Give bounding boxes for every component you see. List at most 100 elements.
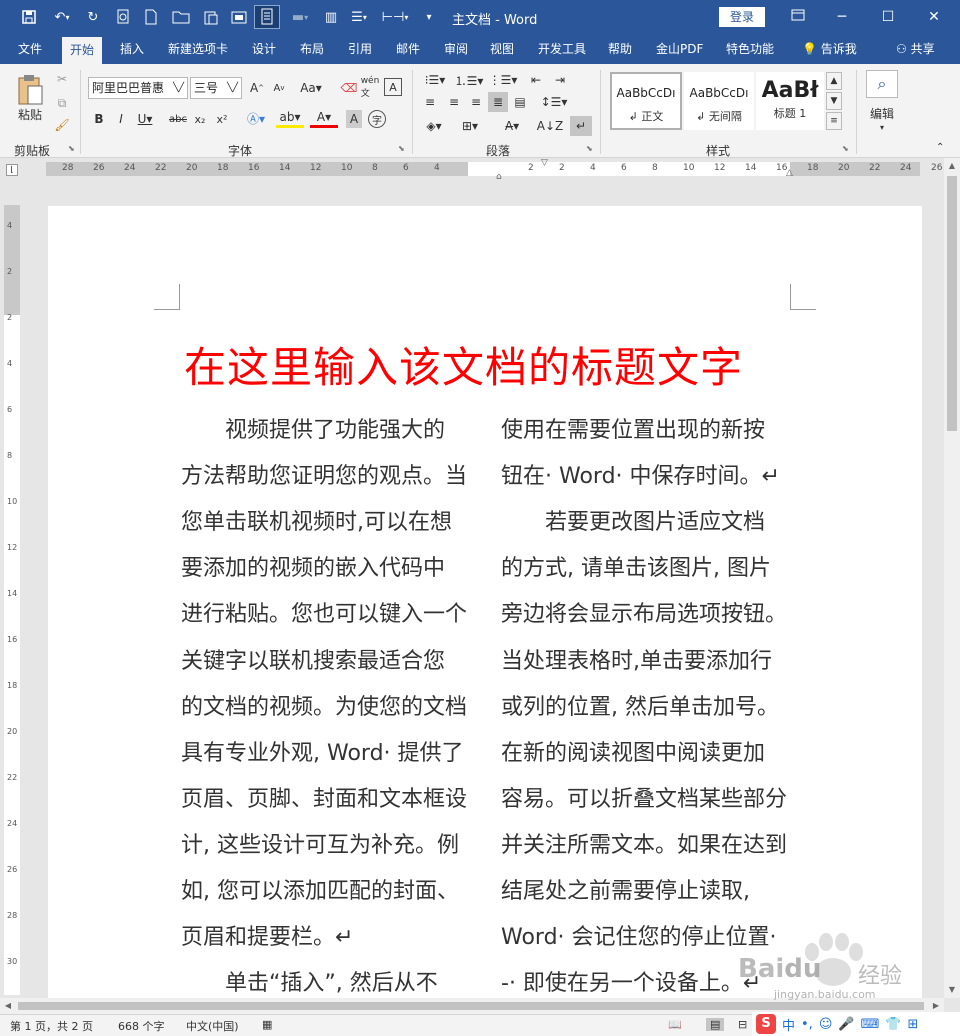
microphone-icon[interactable]: 🎤 [838, 1017, 854, 1032]
tab-home[interactable]: 开始 [62, 37, 103, 64]
vertical-scrollbar[interactable]: ▲ ▼ [944, 158, 960, 998]
text-line[interactable]: 使用在需要位置出现的新按 [501, 412, 765, 444]
print-preview-icon[interactable] [112, 7, 134, 27]
table-icon[interactable]: ▬ ▾ [286, 7, 314, 27]
new-doc-icon[interactable] [140, 7, 162, 27]
list-icon[interactable]: ☰ ▾ [344, 7, 374, 27]
superscript-icon[interactable]: x² [214, 110, 230, 128]
text-line[interactable]: Word· 会记住您的停止位置· [501, 919, 777, 951]
increase-indent-icon[interactable]: ⇥ [550, 70, 570, 90]
sort-icon[interactable]: A↓Z [537, 116, 563, 136]
toolbox-icon[interactable]: ⊞ [908, 1017, 919, 1032]
screenshot-icon[interactable] [228, 7, 250, 27]
web-layout-icon[interactable]: ⊟ [738, 1018, 747, 1031]
font-color-icon[interactable]: A▾ [310, 108, 338, 128]
scroll-left-icon[interactable]: ◀ [0, 998, 16, 1014]
paste-icon[interactable] [200, 7, 222, 27]
chinese-layout-icon[interactable]: A̶▾ [498, 116, 526, 136]
tab-new[interactable]: 新建选项卡 [160, 34, 236, 64]
text-line[interactable]: 或列的位置, 然后单击加号。 [501, 689, 779, 721]
text-line[interactable]: 计, 这些设计可互为补充。例 [181, 827, 459, 859]
style-normal[interactable]: AaBbCcDı ↲ 正文 [610, 72, 682, 130]
tell-me[interactable]: 💡 告诉我 [794, 34, 865, 64]
text-line[interactable]: 视频提供了功能强大的 [181, 412, 445, 444]
shading-icon[interactable]: ◈▾ [420, 116, 448, 136]
text-line[interactable]: 如, 您可以添加匹配的封面、 [181, 873, 459, 905]
borders-icon[interactable]: ⊞▾ [456, 116, 484, 136]
align-left-icon[interactable]: ≡ [420, 92, 440, 112]
enclose-char-icon[interactable]: 字 [368, 110, 386, 128]
distribute-icon[interactable]: ▤ [510, 92, 530, 112]
print-layout-icon[interactable]: ▤ [706, 1018, 725, 1031]
text-line[interactable]: 方法帮助您证明您的观点。当 [181, 458, 467, 490]
phonetic-guide-icon[interactable]: wén 文 [360, 76, 380, 99]
redo-icon[interactable]: ↻ [82, 7, 104, 27]
scroll-up-icon[interactable]: ▲ [944, 158, 960, 174]
collapse-ribbon-icon[interactable]: ⌃ [936, 142, 944, 153]
text-effects-icon[interactable]: Ⓐ▾ [242, 108, 270, 128]
italic-icon[interactable]: I [114, 110, 128, 128]
change-case-icon[interactable]: Aa▾ [296, 78, 326, 98]
tab-insert[interactable]: 插入 [112, 34, 152, 64]
text-line[interactable]: 的文档的视频。为使您的文档 [181, 689, 467, 721]
text-line[interactable]: 具有专业外观, Word· 提供了 [181, 735, 464, 767]
open-folder-icon[interactable] [170, 7, 192, 27]
text-line[interactable]: -· 即使在另一个设备上。↵ [501, 965, 761, 997]
char-shading-icon[interactable]: A [346, 110, 362, 128]
align-right-icon[interactable]: ≡ [466, 92, 486, 112]
tab-features[interactable]: 特色功能 [718, 34, 782, 64]
tab-help[interactable]: 帮助 [600, 34, 640, 64]
show-marks-icon[interactable]: ↵ [570, 116, 592, 136]
punctuation-icon[interactable]: •, [801, 1017, 813, 1032]
keyboard-icon[interactable]: ⌨ [861, 1017, 880, 1032]
word-count[interactable]: 668 个字 [118, 1018, 165, 1034]
cut-icon[interactable]: ✂ [52, 70, 72, 88]
customize-qat-icon[interactable]: ▾ [418, 7, 440, 27]
maximize-icon[interactable]: ☐ [868, 5, 908, 29]
first-line-indent-icon[interactable]: ▽ [541, 158, 548, 168]
text-line[interactable]: 当处理表格时,单击要添加行 [501, 643, 772, 675]
copy-icon[interactable]: ⧉ [52, 94, 72, 112]
search-icon[interactable]: ⌕ [866, 70, 898, 98]
undo-icon[interactable]: ↶ ▾ [48, 7, 76, 27]
bullets-icon[interactable]: ⁝☰▾ [420, 70, 450, 90]
paste-button[interactable]: 粘贴 [12, 70, 48, 126]
styles-scroll-up-icon[interactable]: ▲ [826, 72, 842, 90]
tab-design[interactable]: 设计 [244, 34, 284, 64]
emoji-icon[interactable]: ☺ [819, 1017, 833, 1032]
tab-kingsoft-pdf[interactable]: 金山PDF [648, 34, 711, 64]
hscroll-thumb[interactable] [18, 1002, 924, 1010]
document-page[interactable]: 在这里输入该文档的标题文字 视频提供了功能强大的 方法帮助您证明您的观点。当 您单击… [48, 206, 922, 1001]
styles-launcher-icon[interactable]: ⬊ [842, 144, 849, 153]
line-spacing-icon[interactable]: ↕☰▾ [540, 92, 568, 112]
scroll-thumb[interactable] [947, 176, 957, 431]
tab-layout[interactable]: 布局 [292, 34, 332, 64]
macro-icon[interactable]: ▦ [262, 1018, 272, 1031]
share-button[interactable]: ⚇ 共享 [888, 34, 943, 64]
text-line[interactable]: 钮在· Word· 中保存时间。↵ [501, 458, 780, 490]
font-launcher-icon[interactable]: ⬊ [398, 144, 405, 153]
paragraph-launcher-icon[interactable]: ⬊ [586, 144, 593, 153]
char-border-icon[interactable]: A [384, 78, 402, 96]
ime-toolbar[interactable]: S 中 •, ☺ 🎤 ⌨ 👕 ⊞ [752, 1012, 960, 1036]
justify-icon[interactable]: ≣ [488, 92, 508, 112]
text-line[interactable]: 页眉和提要栏。↵ [181, 919, 353, 951]
style-heading1[interactable]: AaBł 标题 1 [756, 72, 824, 130]
format-painter-icon[interactable]: 🖌 [52, 116, 72, 134]
text-line[interactable]: 单击“插入”, 然后从不 [181, 965, 438, 997]
page-count[interactable]: 第 1 页，共 2 页 [10, 1018, 93, 1034]
text-line[interactable]: 关键字以联机搜索最适合您 [181, 643, 445, 675]
sogou-icon[interactable]: S [756, 1014, 776, 1034]
text-line[interactable]: 并关注所需文本。如果在达到 [501, 827, 787, 859]
multilevel-list-icon[interactable]: ⋮☰▾ [488, 70, 518, 90]
strikethrough-icon[interactable]: abc [168, 110, 188, 128]
right-indent-icon[interactable]: △ [786, 168, 793, 178]
indent-marker-icon[interactable]: ⌂ [496, 172, 502, 182]
style-no-spacing[interactable]: AaBbCcDı ↲ 无间隔 [684, 72, 754, 130]
bold-icon[interactable]: B [92, 110, 106, 128]
subscript-icon[interactable]: x₂ [192, 110, 208, 128]
text-line[interactable]: 的方式, 请单击该图片, 图片 [501, 550, 771, 582]
close-icon[interactable]: ✕ [914, 5, 954, 29]
vertical-ruler[interactable]: 4 2 2 4 6 8 10 12 14 16 18 20 22 24 26 28 30 [4, 205, 20, 995]
text-line[interactable]: 在新的阅读视图中阅读更加 [501, 735, 765, 767]
